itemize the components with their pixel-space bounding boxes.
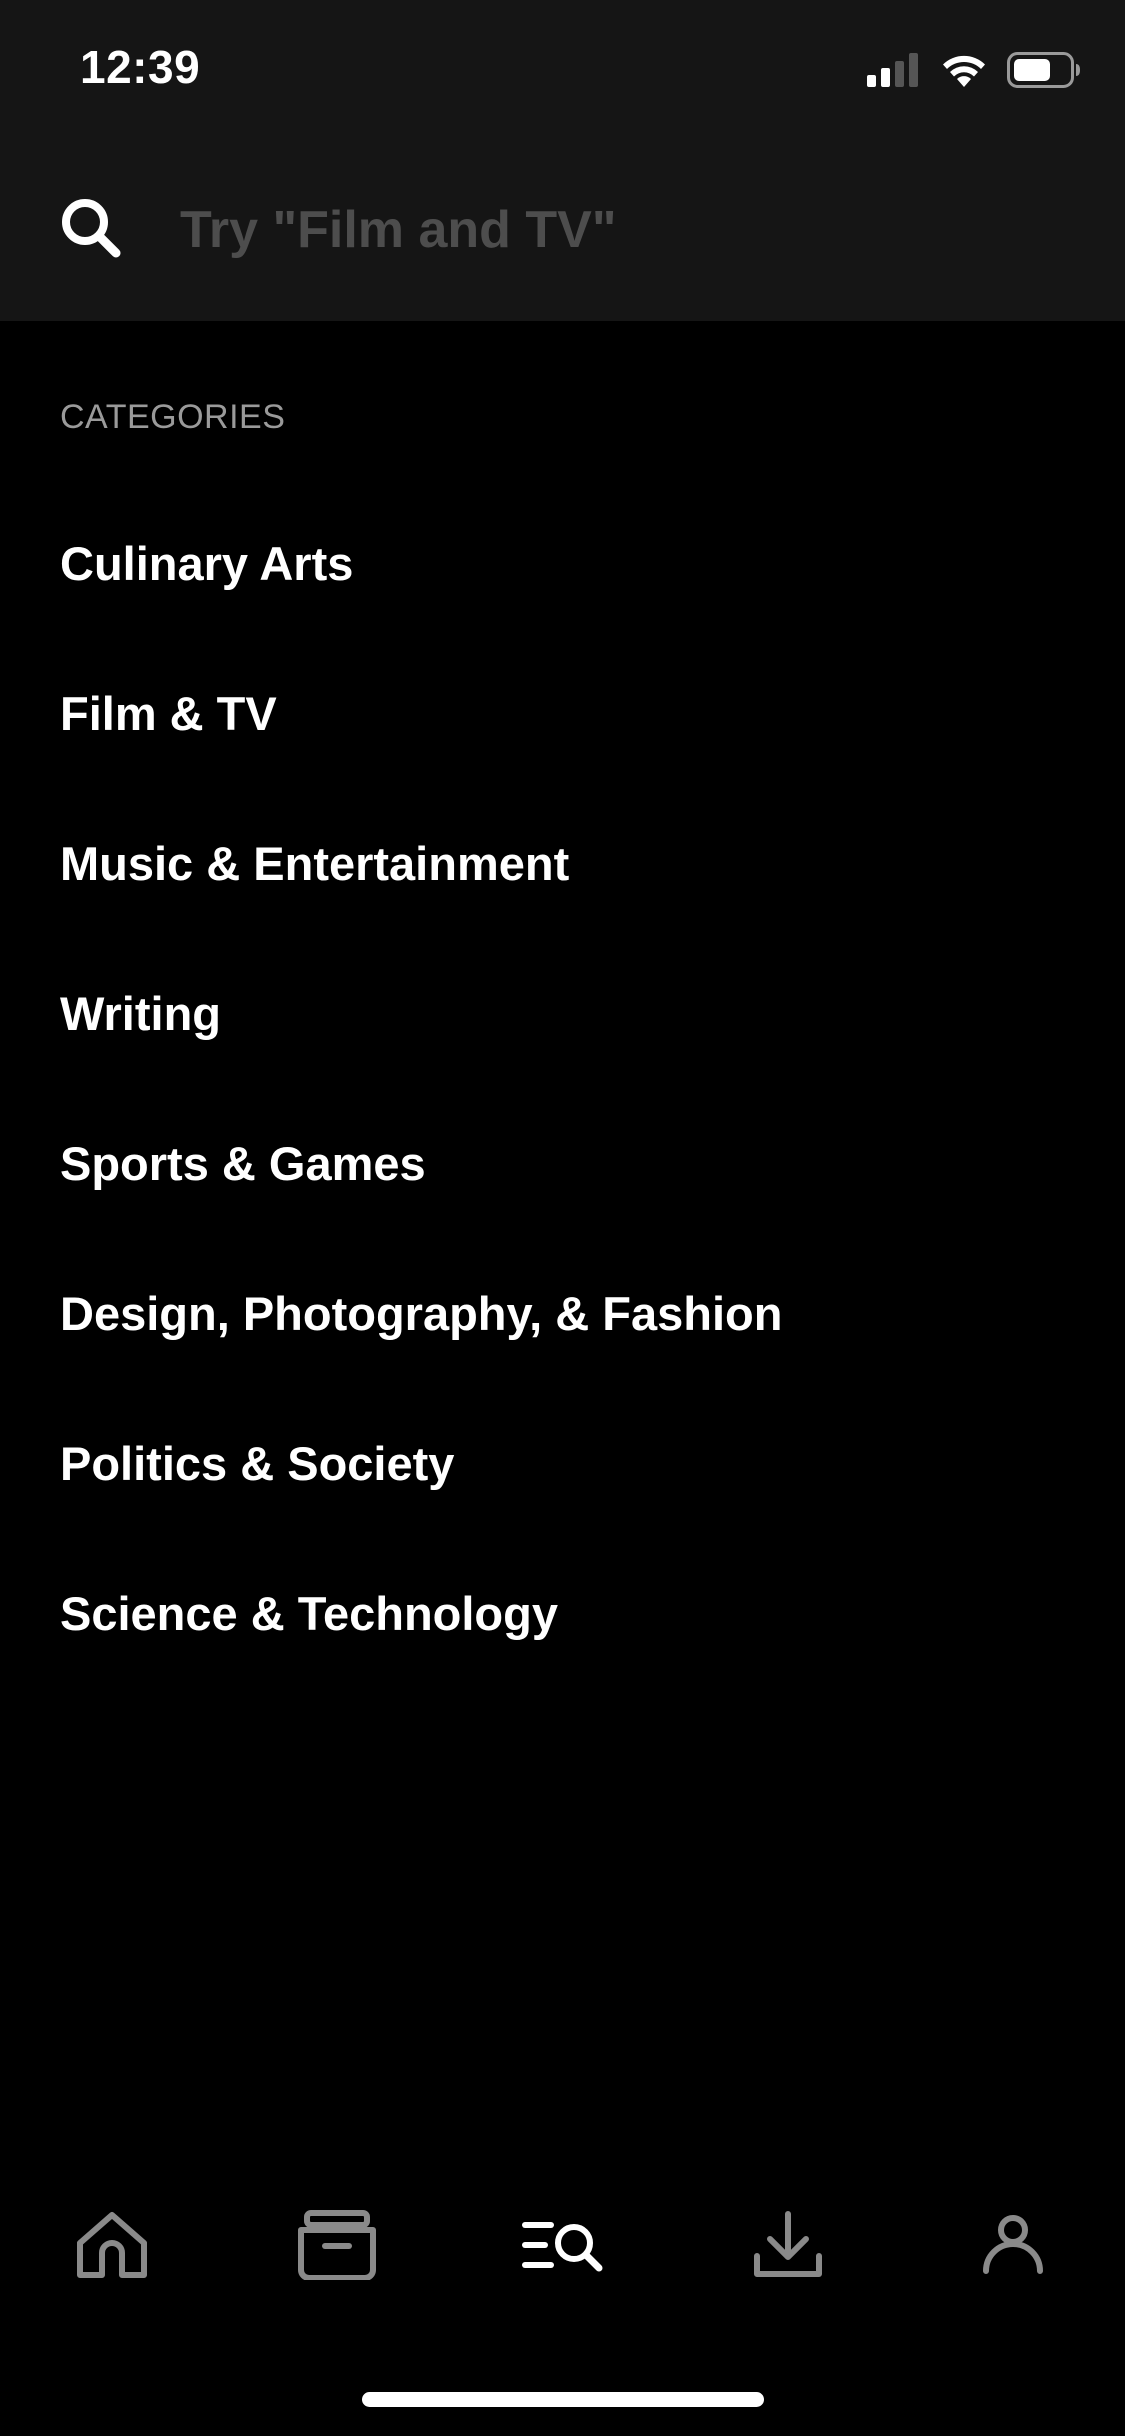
status-bar: 12:39 [0,0,1125,140]
category-item-science-technology[interactable]: Science & Technology [0,1550,1125,1700]
home-icon [77,2212,147,2278]
top-header-area: 12:39 [0,0,1125,321]
category-item-film-tv[interactable]: Film & TV [0,650,1125,800]
library-box-icon [298,2210,377,2280]
search-bar [0,180,1125,280]
category-label: Politics & Society [60,1436,455,1490]
tab-downloads[interactable] [710,2190,866,2300]
tab-bar [0,2190,1125,2300]
category-label: Sports & Games [60,1136,426,1190]
category-item-politics-society[interactable]: Politics & Society [0,1400,1125,1550]
categories-heading: CATEGORIES [60,398,286,436]
category-item-culinary-arts[interactable]: Culinary Arts [0,500,1125,650]
status-time: 12:39 [80,41,201,93]
search-input[interactable] [180,192,1060,268]
category-label: Design, Photography, & Fashion [60,1286,783,1340]
category-label: Culinary Arts [60,536,354,590]
category-item-sports-games[interactable]: Sports & Games [0,1100,1125,1250]
search-icon[interactable] [58,195,124,261]
wifi-icon [943,55,985,87]
category-label: Music & Entertainment [60,836,570,890]
tab-home[interactable] [34,2190,190,2300]
category-list: Culinary Arts Film & TV Music & Entertai… [0,500,1125,1700]
category-label: Writing [60,986,221,1040]
category-label: Film & TV [60,686,277,740]
status-icons [867,48,1081,92]
profile-icon [983,2215,1043,2274]
tab-library[interactable] [259,2190,415,2300]
home-indicator[interactable] [362,2392,764,2407]
battery-icon [1007,52,1080,88]
category-label: Science & Technology [60,1586,558,1640]
category-item-design-photography-fashion[interactable]: Design, Photography, & Fashion [0,1250,1125,1400]
tab-profile[interactable] [935,2190,1091,2300]
tab-browse[interactable] [485,2190,641,2300]
cellular-signal-icon [867,53,918,87]
category-item-music-entertainment[interactable]: Music & Entertainment [0,800,1125,950]
browse-search-icon [521,2222,602,2272]
category-item-writing[interactable]: Writing [0,950,1125,1100]
download-icon [753,2211,822,2277]
